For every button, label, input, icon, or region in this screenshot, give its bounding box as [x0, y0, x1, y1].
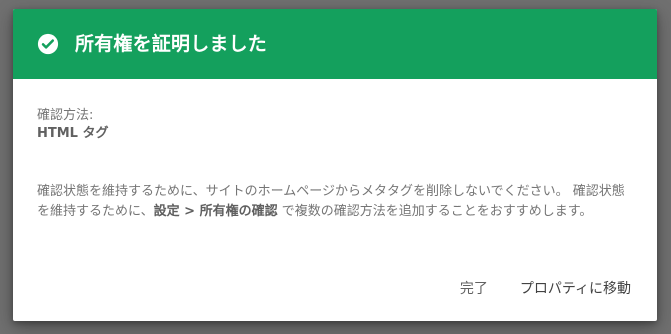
verification-method-value: HTML タグ — [37, 126, 109, 141]
done-button[interactable]: 完了 — [460, 272, 488, 304]
settings-ownership-link-text: 設定 > 所有権の確認 — [153, 204, 278, 219]
go-to-property-button[interactable]: プロパティに移動 — [520, 272, 631, 304]
description-text-part-2: で複数の確認方法を追加することをおすすめします。 — [277, 204, 593, 219]
dialog-content: 確認方法: HTML タグ — [37, 107, 637, 143]
dialog-title: 所有権を証明しました — [75, 32, 268, 55]
verification-method-label: 確認方法: — [37, 108, 94, 123]
dialog-description: 確認状態を維持するために、サイトのホームページからメタタグを削除しないでください… — [37, 182, 637, 222]
check-circle-icon — [37, 33, 59, 55]
dialog-actions: 完了 プロパティに移動 — [460, 272, 631, 304]
ownership-verified-dialog: 所有権を証明しました 確認方法: HTML タグ 確認状態を維持するために、サイ… — [13, 9, 657, 321]
dialog-header: 所有権を証明しました — [13, 9, 657, 79]
